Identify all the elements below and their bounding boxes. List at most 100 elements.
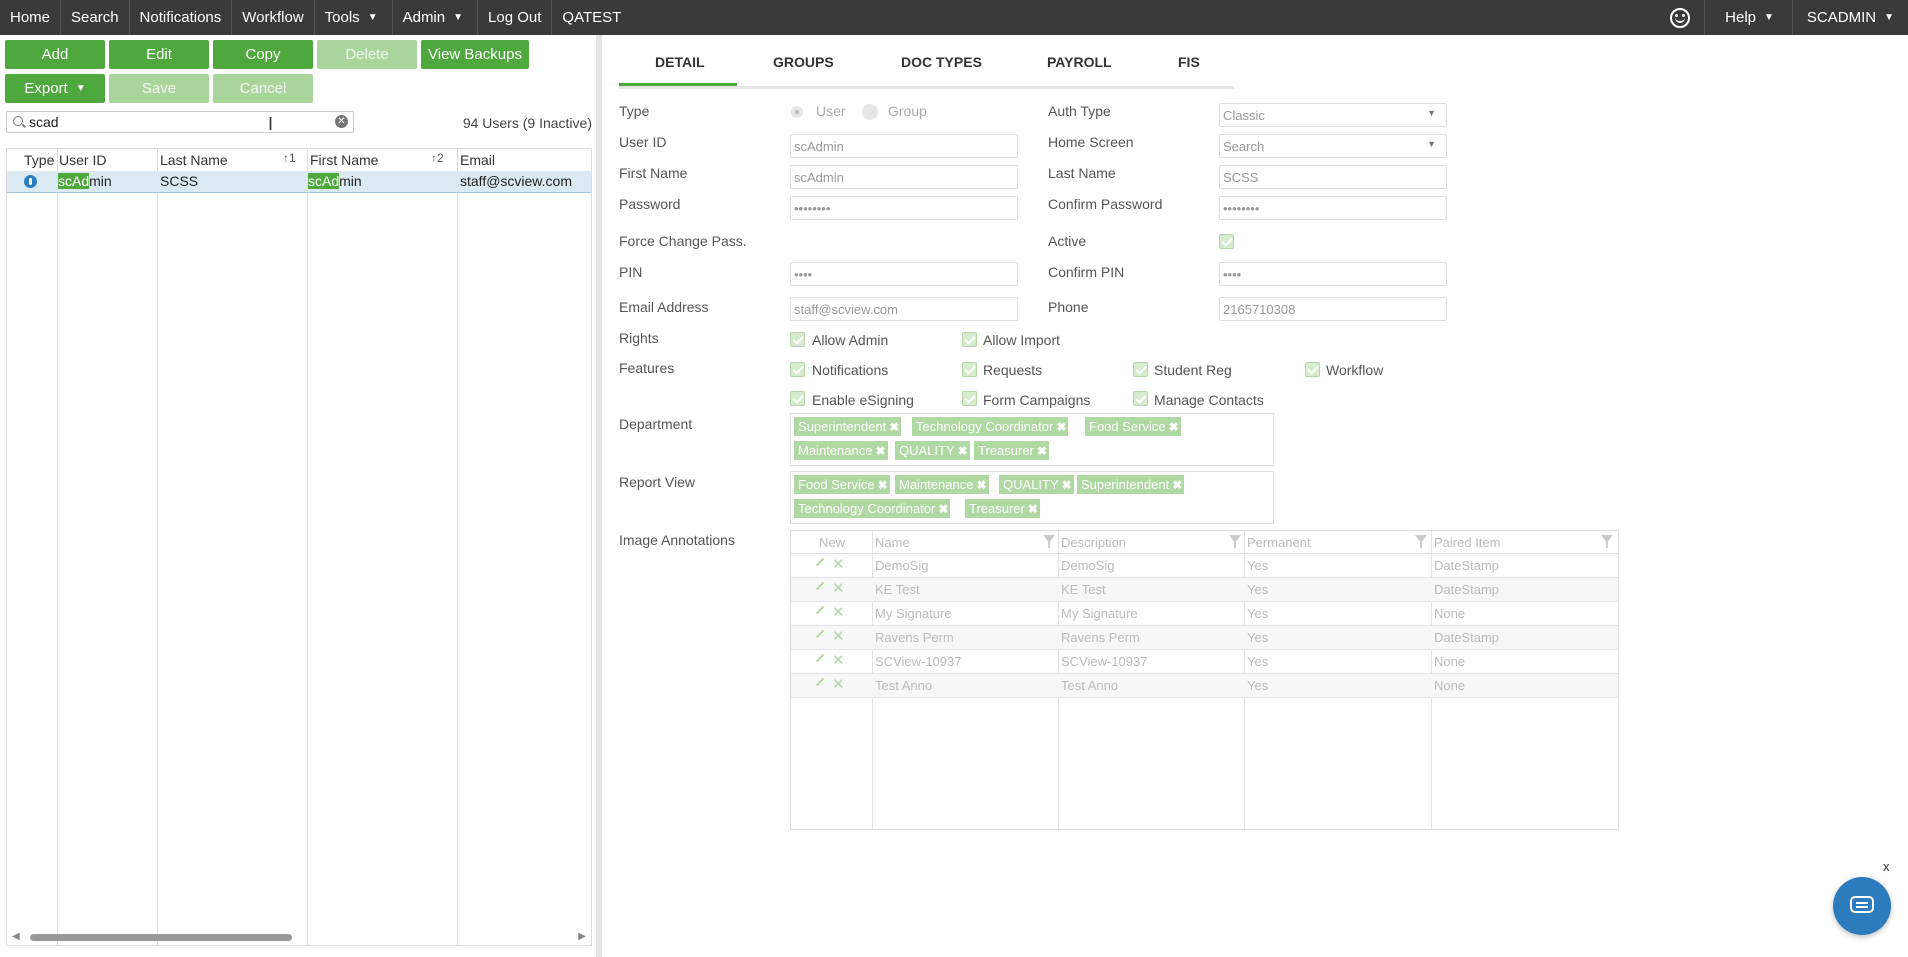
delete-icon[interactable]: ✕ xyxy=(832,603,845,621)
home-screen-select[interactable]: Search ▼ xyxy=(1219,134,1447,158)
nav-user-menu[interactable]: SCADMIN ▼ xyxy=(1791,0,1908,35)
table-row[interactable]: ✕ My Signature My Signature Yes None xyxy=(791,602,1618,626)
report-view-tags[interactable]: Food Service ✖ Maintenance ✖ QUALITY ✖ Supe… xyxy=(790,471,1274,524)
col-permanent-header[interactable]: Permanent xyxy=(1247,535,1311,550)
confirm-password-field[interactable]: •••••••• xyxy=(1219,196,1447,220)
type-group-radio[interactable] xyxy=(862,104,878,120)
table-row[interactable]: ✕ Ravens Perm Ravens Perm Yes DateStamp xyxy=(791,626,1618,650)
export-button[interactable]: Export ▼ xyxy=(5,74,105,103)
nav-logout[interactable]: Log Out xyxy=(478,0,553,35)
feedback-button[interactable] xyxy=(1656,0,1704,35)
new-annotation-button[interactable]: New xyxy=(819,535,845,550)
col-type-header[interactable]: Type xyxy=(24,152,54,168)
edit-icon[interactable] xyxy=(815,629,825,639)
col-email-header[interactable]: Email xyxy=(460,152,495,168)
nav-workflow[interactable]: Workflow xyxy=(232,0,315,35)
edit-button[interactable]: Edit xyxy=(109,40,209,69)
scrollbar-thumb[interactable] xyxy=(30,934,292,941)
confirm-pin-field[interactable]: •••• xyxy=(1219,262,1447,286)
close-icon[interactable]: ✖ xyxy=(958,444,968,458)
close-icon[interactable]: ✖ xyxy=(976,478,986,492)
close-icon[interactable]: ✖ xyxy=(1172,478,1182,492)
edit-icon[interactable] xyxy=(815,653,825,663)
requests-checkbox[interactable] xyxy=(962,362,977,377)
phone-field[interactable]: 2165710308 xyxy=(1219,297,1447,321)
nav-help[interactable]: Help ▼ xyxy=(1704,0,1792,35)
tab-detail[interactable]: DETAIL xyxy=(655,54,705,70)
active-checkbox[interactable] xyxy=(1219,234,1234,249)
close-icon[interactable]: ✖ xyxy=(878,478,888,492)
nav-home[interactable]: Home xyxy=(0,0,62,35)
allow-import-checkbox[interactable] xyxy=(962,332,977,347)
scroll-right-icon[interactable]: ▶ xyxy=(578,931,586,942)
table-row[interactable]: scAdmin SCSS scAdmin staff@scview.com xyxy=(7,171,591,193)
filter-icon[interactable] xyxy=(1043,535,1055,548)
view-backups-button[interactable]: View Backups xyxy=(421,40,529,69)
student-reg-checkbox[interactable] xyxy=(1133,362,1148,377)
delete-button[interactable]: Delete xyxy=(317,40,417,69)
nav-search[interactable]: Search xyxy=(61,0,130,35)
tab-payroll[interactable]: PAYROLL xyxy=(1047,54,1112,70)
filter-icon[interactable] xyxy=(1415,535,1427,548)
manage-contacts-checkbox[interactable] xyxy=(1133,391,1148,406)
nav-notifications[interactable]: Notifications xyxy=(130,0,233,35)
last-name-field[interactable]: SCSS xyxy=(1219,165,1447,189)
table-row[interactable]: ✕ KE Test KE Test Yes DateStamp xyxy=(791,578,1618,602)
password-field[interactable]: •••••••• xyxy=(790,196,1018,220)
delete-icon[interactable]: ✕ xyxy=(832,579,845,597)
pin-field[interactable]: •••• xyxy=(790,262,1018,286)
email-field[interactable]: staff@scview.com xyxy=(790,297,1018,321)
tab-doc-types[interactable]: DOC TYPES xyxy=(901,54,982,70)
table-row[interactable]: ✕ Test Anno Test Anno Yes None xyxy=(791,674,1618,698)
table-row[interactable]: ✕ DemoSig DemoSig Yes DateStamp xyxy=(791,554,1618,578)
add-button[interactable]: Add xyxy=(5,40,105,69)
nav-tools[interactable]: Tools ▼ xyxy=(315,0,393,35)
close-icon[interactable]: ✖ xyxy=(1062,478,1072,492)
notifications-checkbox[interactable] xyxy=(790,362,805,377)
clear-search-icon[interactable]: ✕ xyxy=(335,115,348,128)
close-icon[interactable]: ✖ xyxy=(1037,444,1047,458)
delete-icon[interactable]: ✕ xyxy=(832,627,845,645)
edit-icon[interactable] xyxy=(815,605,825,615)
delete-icon[interactable]: ✕ xyxy=(832,651,845,669)
col-paired-header[interactable]: Paired Item xyxy=(1434,535,1500,550)
col-name-header[interactable]: Name xyxy=(875,535,910,550)
cancel-button[interactable]: Cancel xyxy=(213,74,313,103)
workflow-checkbox[interactable] xyxy=(1305,362,1320,377)
save-button[interactable]: Save xyxy=(109,74,209,103)
delete-icon[interactable]: ✕ xyxy=(832,675,845,693)
close-icon[interactable]: ✖ xyxy=(938,502,948,516)
edit-icon[interactable] xyxy=(815,557,825,567)
col-lastname-header[interactable]: Last Name xyxy=(160,152,228,168)
close-icon[interactable]: ✖ xyxy=(1169,420,1179,434)
tab-groups[interactable]: GROUPS xyxy=(773,54,834,70)
filter-icon[interactable] xyxy=(1229,535,1241,548)
col-userid-header[interactable]: User ID xyxy=(59,152,106,168)
delete-icon[interactable]: ✕ xyxy=(832,555,845,573)
filter-icon[interactable] xyxy=(1601,535,1613,548)
allow-admin-checkbox[interactable] xyxy=(790,332,805,347)
close-icon[interactable]: ✖ xyxy=(1028,502,1038,516)
type-user-radio[interactable] xyxy=(791,106,803,118)
edit-icon[interactable] xyxy=(815,677,825,687)
first-name-field[interactable]: scAdmin xyxy=(790,165,1018,189)
userid-field[interactable]: scAdmin xyxy=(790,134,1018,158)
chat-launcher-button[interactable] xyxy=(1833,877,1891,935)
nav-qatest[interactable]: QATEST xyxy=(552,0,631,35)
edit-icon[interactable] xyxy=(815,581,825,591)
col-firstname-header[interactable]: First Name xyxy=(310,152,378,168)
panel-splitter[interactable] xyxy=(596,35,602,957)
close-icon[interactable]: ✖ xyxy=(875,444,885,458)
table-row[interactable]: ✕ SCView-10937 SCView-10937 Yes None xyxy=(791,650,1618,674)
nav-admin[interactable]: Admin ▼ xyxy=(393,0,479,35)
auth-type-select[interactable]: Classic ▼ xyxy=(1219,103,1447,127)
copy-button[interactable]: Copy xyxy=(213,40,313,69)
chat-close-button[interactable]: x xyxy=(1883,859,1890,874)
scroll-left-icon[interactable]: ◀ xyxy=(12,931,20,942)
esigning-checkbox[interactable] xyxy=(790,391,805,406)
horizontal-scrollbar[interactable]: ◀ ▶ xyxy=(6,931,592,945)
col-description-header[interactable]: Description xyxy=(1061,535,1126,550)
tab-fis[interactable]: FIS xyxy=(1178,54,1200,70)
close-icon[interactable]: ✖ xyxy=(889,420,899,434)
search-input[interactable]: scad ✕ xyxy=(6,111,354,133)
